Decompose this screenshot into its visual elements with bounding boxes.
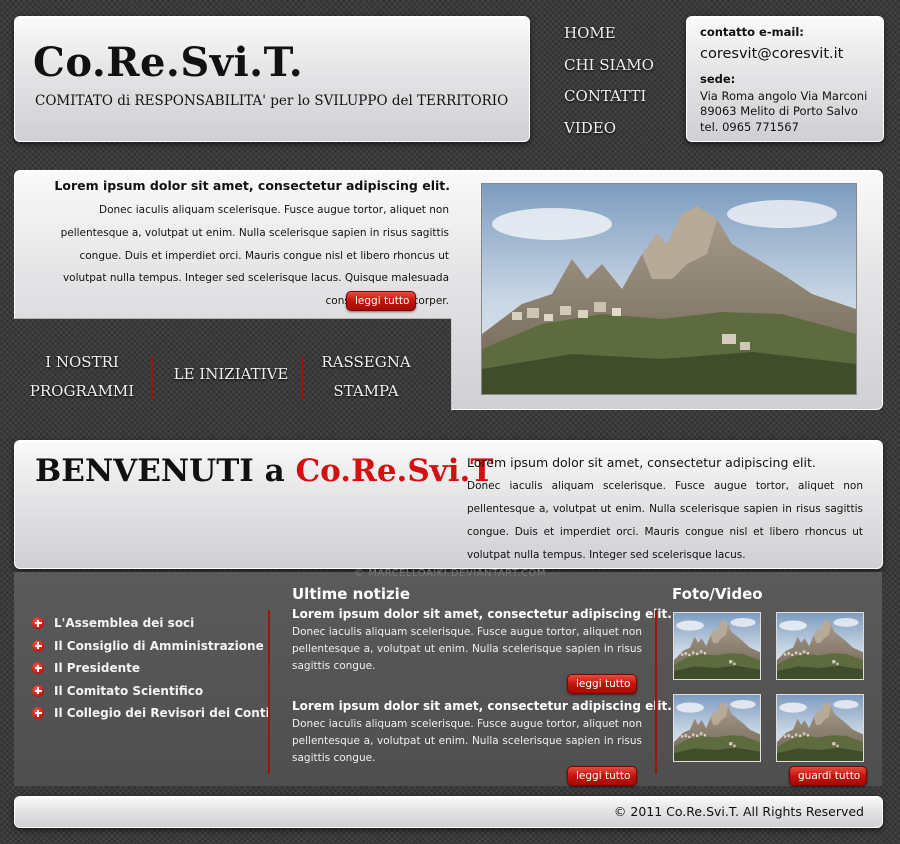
mountain-thumbnail-image: [777, 695, 863, 761]
plus-icon: [32, 639, 44, 652]
column-separator: [268, 610, 270, 774]
media-title: Foto/Video: [672, 585, 763, 603]
link-label: L'Assemblea dei soci: [54, 616, 195, 630]
news-title: Ultime notizie: [292, 585, 411, 603]
list-item[interactable]: Il Presidente: [32, 657, 270, 680]
plus-icon: [32, 617, 44, 629]
welcome-title: BENVENUTI a Co.Re.Svi.T: [35, 453, 493, 489]
news-item-1-text: Donec iaculis aliquam scelerisque. Fusce…: [292, 626, 642, 672]
contact-address-line-1: Via Roma angolo Via Marconi: [700, 89, 868, 103]
list-item[interactable]: L'Assemblea dei soci: [32, 612, 270, 635]
news-item-1-read-more-button[interactable]: leggi tutto: [567, 674, 637, 694]
welcome-title-accent: Co.Re.Svi.T: [295, 453, 494, 489]
contact-email-label: contatto e-mail:: [700, 25, 804, 39]
link-label: Il Collegio dei Revisori dei Conti: [54, 706, 270, 720]
nav-home[interactable]: HOME: [564, 18, 674, 50]
nav-video[interactable]: VIDEO: [564, 113, 674, 145]
photo-thumbnail[interactable]: [673, 612, 761, 680]
photo-thumbnail[interactable]: [776, 612, 864, 680]
plus-icon: [32, 662, 44, 674]
copyright-text: © 2011 Co.Re.Svi.T. All Rights Reserved: [613, 804, 864, 819]
subnav-rassegna-line-1: RASSEGNA: [321, 353, 411, 371]
welcome-panel: BENVENUTI a Co.Re.Svi.T Lorem ipsum dolo…: [14, 440, 883, 569]
mountain-thumbnail-image: [777, 613, 863, 679]
list-item[interactable]: Il Collegio dei Revisori dei Conti: [32, 702, 270, 725]
watermark: © MARCELLOAIKI.DEVIANTART.COM: [354, 568, 546, 579]
feature-photo: [481, 183, 857, 395]
contact-address-line-2: 89063 Melito di Porto Salvo: [700, 104, 858, 118]
list-item[interactable]: Il Consiglio di Amministrazione: [32, 635, 270, 658]
welcome-text: Donec iaculis aliquam scelerisque. Fusce…: [467, 480, 863, 561]
news-item-2-read-more-button[interactable]: leggi tutto: [567, 766, 637, 786]
site-title[interactable]: Co.Re.Svi.T.: [33, 39, 303, 86]
column-separator: [655, 610, 657, 774]
plus-icon: [32, 684, 44, 697]
mountain-thumbnail-image: [674, 695, 760, 761]
subnav-iniziative[interactable]: LE INIZIATIVE: [156, 348, 306, 410]
mountain-thumbnail-image: [674, 613, 760, 679]
subnav-iniziative-label: LE INIZIATIVE: [173, 365, 289, 383]
contact-phone: tel. 0965 771567: [700, 120, 799, 134]
nav-chi-siamo[interactable]: CHI SIAMO: [564, 50, 674, 82]
logo-panel: Co.Re.Svi.T. COMITATO di RESPONSABILITA'…: [14, 16, 530, 142]
subnav-programmi[interactable]: I NOSTRI PROGRAMMI: [14, 348, 150, 410]
feature-heading: Lorem ipsum dolor sit amet, consectetur …: [54, 178, 450, 193]
list-item[interactable]: Il Comitato Scientifico: [32, 680, 270, 703]
plus-icon: [32, 707, 44, 719]
footer-panel: © 2011 Co.Re.Svi.T. All Rights Reserved: [14, 796, 883, 828]
subnav-separator: [151, 356, 153, 400]
nav-contatti[interactable]: CONTATTI: [564, 81, 674, 113]
link-label: Il Comitato Scientifico: [54, 683, 204, 698]
site-subtitle: COMITATO di RESPONSABILITA' per lo SVILU…: [35, 93, 509, 109]
subnav-programmi-line-1: I NOSTRI: [45, 353, 119, 371]
link-label: Il Presidente: [54, 661, 141, 675]
subnav-separator: [301, 356, 303, 400]
mountain-village-image: [482, 184, 856, 394]
subnav-programmi-line-2: PROGRAMMI: [29, 382, 135, 400]
welcome-title-prefix: BENVENUTI a: [35, 453, 296, 489]
welcome-heading: Lorem ipsum dolor sit amet, consectetur …: [467, 455, 816, 470]
organization-links: L'Assemblea dei soci Il Consiglio di Amm…: [32, 612, 270, 725]
photo-thumbnail[interactable]: [673, 694, 761, 762]
bottom-content-area: L'Assemblea dei soci Il Consiglio di Amm…: [14, 572, 882, 786]
contact-panel: contatto e-mail: coresvit@coresvit.it se…: [686, 16, 884, 142]
media-view-all-button[interactable]: guardi tutto: [789, 766, 867, 786]
news-item-1-heading[interactable]: Lorem ipsum dolor sit amet, consectetur …: [292, 607, 672, 621]
main-nav: HOME CHI SIAMO CONTATTI VIDEO: [564, 18, 674, 144]
contact-email[interactable]: coresvit@coresvit.it: [700, 46, 843, 62]
contact-sede-label: sede:: [700, 72, 736, 86]
link-label: Il Consiglio di Amministrazione: [54, 638, 264, 653]
news-item-2-heading[interactable]: Lorem ipsum dolor sit amet, consectetur …: [292, 699, 672, 713]
subnav-rassegna-line-2: STAMPA: [333, 382, 399, 400]
feature-read-more-button[interactable]: leggi tutto: [346, 291, 416, 311]
sub-nav: I NOSTRI PROGRAMMI LE INIZIATIVE RASSEGN…: [14, 348, 444, 410]
photo-thumbnail[interactable]: [776, 694, 864, 762]
news-item-2-text: Donec iaculis aliquam scelerisque. Fusce…: [292, 718, 642, 764]
subnav-rassegna-stampa[interactable]: RASSEGNA STAMPA: [306, 348, 426, 410]
